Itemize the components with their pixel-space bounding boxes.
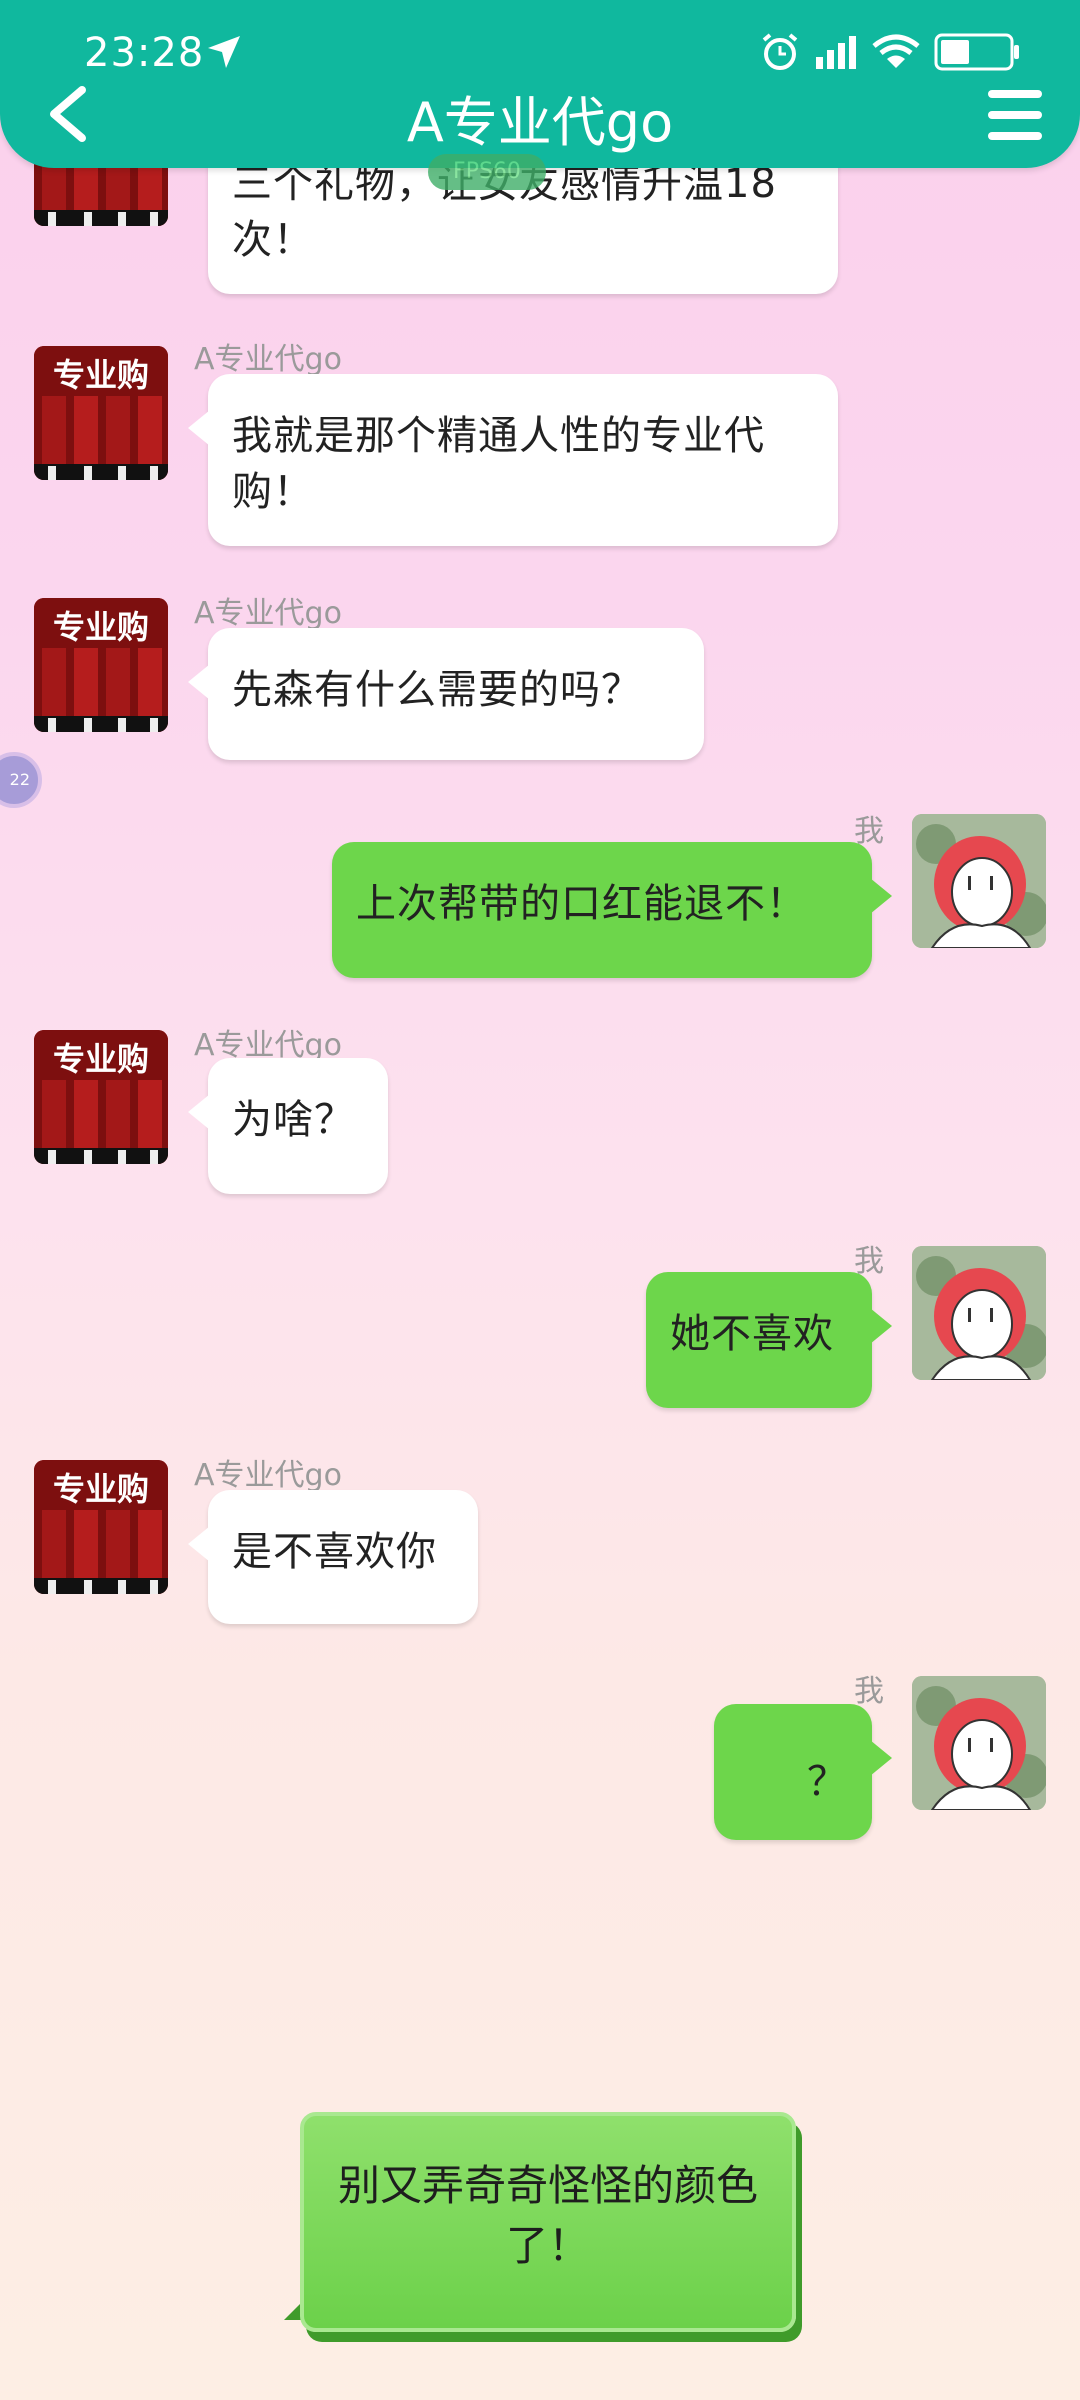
lipstick-avatar-image: 专业购 [34,346,168,480]
system-status-icons [760,32,1020,72]
chat-title: A专业代go [406,91,674,154]
shop-avatar[interactable]: 专业购 [34,1030,168,1164]
sender-name: A专业代go [194,342,342,377]
cartoon-avatar-image [912,1246,1046,1380]
my-avatar[interactable] [912,1676,1046,1810]
floating-ball[interactable]: 22 [0,752,42,808]
shop-avatar[interactable]: 专业购 [34,1460,168,1594]
shop-avatar-label: 专业购 [53,356,149,394]
message-bubble: ？ [714,1704,892,1840]
message-text: 是不喜欢你 [232,1529,437,1575]
signal-icon [816,36,856,69]
sender-name: 我 [854,1674,884,1709]
cartoon-avatar-image [912,1676,1046,1810]
message-text: 我就是那个精通人性的专业代购！ [232,413,765,515]
location-arrow-icon [208,36,240,68]
shop-avatar[interactable]: 专业购 [34,346,168,480]
my-avatar[interactable] [912,814,1046,948]
message-text: 先森有什么需要的吗？ [232,667,642,713]
wifi-icon [872,34,920,68]
reply-option-text: 别又弄奇奇怪怪的颜色了！ [337,2161,758,2270]
message-text: 上次帮带的口红能退不！ [356,881,807,927]
cartoon-avatar-image [912,814,1046,948]
message-bubble: 她不喜欢 [646,1272,892,1408]
sender-name: A专业代go [194,1458,342,1493]
shop-avatar-label: 专业购 [53,608,149,646]
message-bubble: 为啥？ [188,1058,388,1194]
message-text: 她不喜欢 [670,1311,834,1357]
shop-avatar-label: 专业购 [53,1040,149,1078]
fps-badge: FPS60 [428,154,546,190]
reply-option-button[interactable]: 别又弄奇奇怪怪的颜色了！ [300,2112,796,2332]
message-text: 为啥？ [232,1097,355,1143]
alarm-icon [762,33,798,70]
lipstick-avatar-image: 专业购 [34,1030,168,1164]
status-time: 23:28 [84,30,205,76]
message-bubble: 我就是那个精通人性的专业代购！ [188,374,838,546]
menu-icon[interactable] [986,88,1044,142]
message-text: ？ [807,1759,848,1805]
shop-avatar[interactable]: 专业购 [34,598,168,732]
chat-header: 23:28 A专业代go [0,0,1080,168]
my-avatar[interactable] [912,1246,1046,1380]
shop-avatar-label: 专业购 [53,1470,149,1508]
message-bubble: 先森有什么需要的吗？ [188,628,704,760]
message-bubble: 上次帮带的口红能退不！ [332,842,892,978]
lipstick-avatar-image: 专业购 [34,598,168,732]
lipstick-avatar-image: 专业购 [34,1460,168,1594]
battery-icon [934,33,1019,71]
message-bubble: 是不喜欢你 [188,1490,478,1624]
sender-name: A专业代go [194,596,342,631]
